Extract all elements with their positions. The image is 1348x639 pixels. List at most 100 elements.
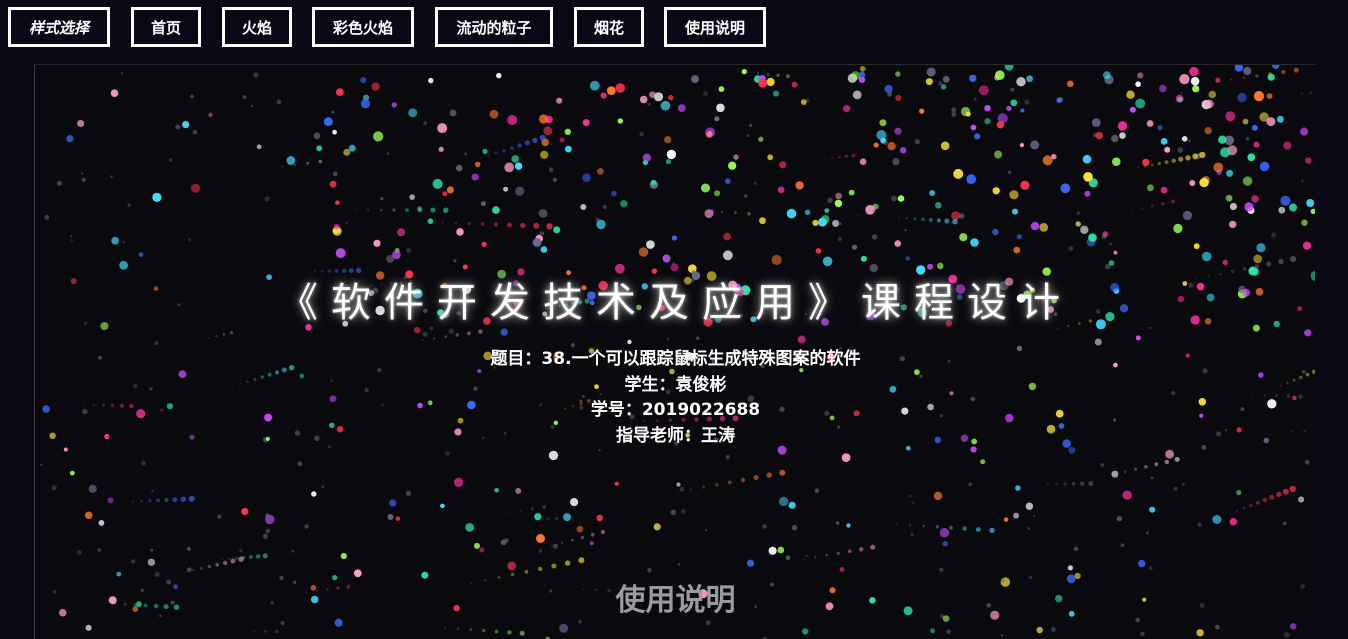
particle [538,209,548,218]
particle [546,223,553,230]
particle [331,110,335,114]
particle [779,161,787,169]
particle [600,529,606,535]
particle [510,146,514,150]
particle [962,526,967,531]
particle [777,546,785,554]
particle [140,499,143,503]
nav-fireworks-button[interactable]: 烟花 [574,7,644,47]
particle [500,328,508,336]
particle [936,218,942,223]
particle [904,228,907,232]
particle [454,221,458,225]
particle [386,152,390,156]
particle [107,497,114,504]
particle [1010,99,1018,107]
particle [81,172,84,175]
particle [1174,456,1180,462]
particle [1075,221,1081,227]
particle [422,331,428,337]
particle [1301,179,1304,182]
particle [870,544,876,550]
particle [851,153,856,158]
particle [547,517,550,521]
particle [910,532,914,537]
particle [321,485,325,489]
particle [514,162,523,170]
particle [119,260,128,270]
particle [818,159,820,161]
particle [1271,232,1277,238]
particle [559,623,569,633]
particle [262,533,268,539]
particle [702,485,705,489]
particle [939,567,944,572]
nav-usage-button[interactable]: 使用说明 [664,7,766,47]
particle [747,212,751,216]
particle [905,256,910,261]
particle [723,232,731,241]
particle [269,167,271,169]
particle [676,491,679,493]
nav-style-select-button[interactable]: 样式选择 [8,7,110,47]
particle [556,97,563,104]
particle [1161,202,1165,206]
particle [895,523,898,526]
particle [908,523,912,527]
particle [850,217,852,219]
particle [1253,141,1260,148]
particle [1192,153,1199,160]
particle [1208,90,1217,99]
particle [539,114,549,124]
particle [238,556,244,562]
particle [1143,165,1147,168]
particle [1304,329,1312,337]
particle [1302,241,1312,250]
particle [827,197,833,204]
particle [175,124,181,130]
particle [423,121,428,125]
particle [332,129,337,135]
particle [392,208,396,212]
particle [44,214,50,220]
particle [973,97,977,101]
nav-home-button[interactable]: 首页 [131,7,201,47]
particle [1013,512,1020,519]
particle [705,529,708,532]
particle [548,450,559,461]
particle [207,564,211,569]
particle [802,558,805,561]
particle [1190,76,1200,86]
particle [937,262,944,270]
particle [857,214,860,217]
nav-flowing-particles-button[interactable]: 流动的粒子 [435,7,553,47]
particle [1046,483,1050,486]
particle [373,131,384,142]
particle [120,72,123,75]
particle [831,156,834,160]
particle [1180,91,1183,95]
particle [405,208,409,213]
particle [992,228,999,236]
particle [1135,81,1141,87]
particle [825,553,828,557]
particle [297,461,303,467]
particle [448,328,454,334]
particle [1020,180,1030,190]
particle [786,208,797,219]
particle [1181,136,1188,142]
particle [992,187,1000,195]
nav-flame-button[interactable]: 火焰 [222,7,292,47]
particle [927,263,934,270]
particle [720,210,724,214]
nav-color-flame-button[interactable]: 彩色火焰 [312,7,414,47]
particle [1236,489,1242,496]
particle [596,514,603,522]
particle [433,337,436,340]
particle [1222,516,1224,518]
particle-canvas-area[interactable]: 《软件开发技术及应用》课程设计 题目：38.一个可以跟踪鼠标生成特殊图案的软件 … [34,64,1315,639]
particle [705,620,711,626]
particle [1135,335,1141,341]
particle [559,137,565,143]
particle [1256,243,1266,253]
